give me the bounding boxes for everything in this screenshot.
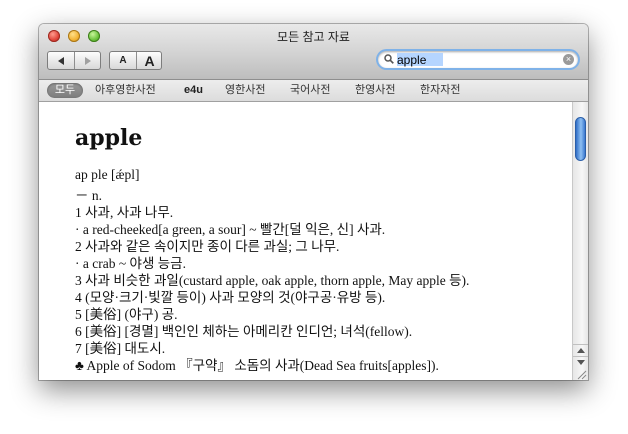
source-scope-bar: 모두 아후영한사전 e4u 영한사전 국어사전 한영사전 한자자전 [39,80,588,102]
scope-tab-korean-language[interactable]: 국어사전 [290,83,330,98]
back-button[interactable] [48,52,75,69]
resize-grip-icon[interactable] [575,368,587,380]
forward-button[interactable] [75,52,101,69]
entry-headword: apple [75,125,143,151]
font-size-group: A A [109,51,162,70]
pronunciation-line: ap ple [ǽpl] [75,167,140,182]
window-title: 모든 참고 자료 [277,30,350,44]
scroll-down-button[interactable] [573,356,588,368]
navigation-group [47,51,101,70]
scope-tab-hanja[interactable]: 한자자전 [420,83,460,98]
scroll-up-icon [577,348,585,353]
scope-tab-english-korean[interactable]: 영한사전 [225,83,265,98]
scrollbar-thumb[interactable] [575,117,586,161]
idiom-line: ♣ Apple of Sodom 『구약』 소돔의 사과(Dead Sea fr… [75,358,439,373]
vertical-scrollbar[interactable] [572,102,588,380]
scroll-down-icon [577,360,585,365]
scope-tab-e4u[interactable]: e4u [184,83,203,98]
titlebar: 모든 참고 자료 A A × [39,24,588,80]
scope-tab-korean-english[interactable]: 한영사전 [355,83,395,98]
scroll-up-button[interactable] [573,344,588,356]
decrease-font-button[interactable]: A [110,52,137,69]
entry-content: apple ap ple [ǽpl] － n. 1 사과, 사과 나무. · a… [39,102,572,380]
search-icon [384,54,394,64]
scope-tab-yahoo-dictionary[interactable]: 아후영한사전 [95,83,156,98]
increase-font-button[interactable]: A [137,52,162,69]
back-arrow-icon [58,56,64,65]
forward-arrow-icon [85,56,91,65]
clear-icon[interactable]: × [563,54,574,65]
search-input[interactable] [397,51,547,68]
search-field[interactable]: × [378,51,578,68]
dictionary-window: 모든 참고 자료 A A × 모두 아후영한사전 e4u 영한사전 [39,24,588,380]
scope-tab-all[interactable]: 모두 [47,83,83,98]
